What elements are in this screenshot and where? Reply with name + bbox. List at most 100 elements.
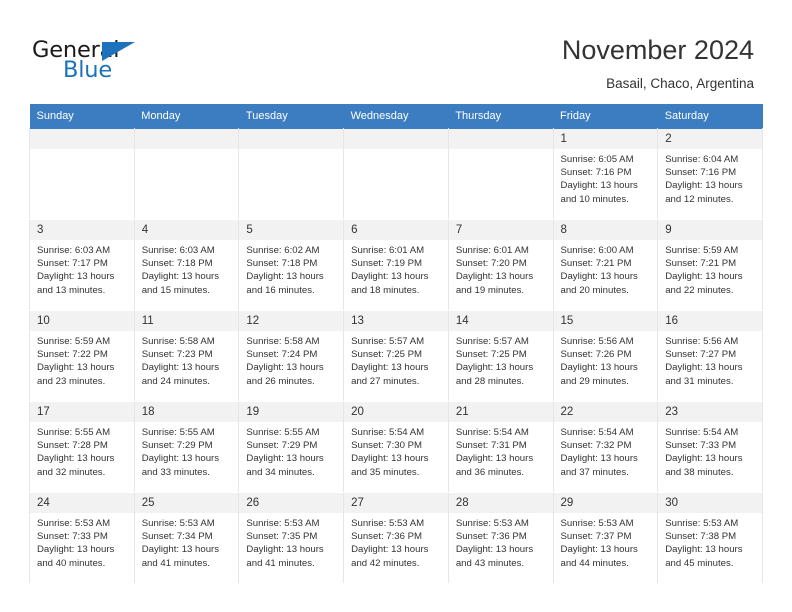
calendar-day-cell[interactable]: 24 Sunrise: 5:53 AM Sunset: 7:33 PM Dayligh…	[29, 492, 135, 584]
weekday-header-sunday: Sunday	[29, 104, 135, 129]
day-sun-info: Sunrise: 5:54 AM Sunset: 7:30 PM Daylight:…	[344, 422, 448, 479]
day-cell-inner: 3 Sunrise: 6:03 AM Sunset: 7:17 PM Daylight…	[30, 220, 134, 310]
day-number	[30, 129, 134, 149]
calendar-day-cell[interactable]: 8 Sunrise: 6:00 AM Sunset: 7:21 PM Daylight…	[552, 219, 659, 311]
calendar-day-cell[interactable]: 9 Sunrise: 5:59 AM Sunset: 7:21 PM Daylight…	[657, 219, 763, 311]
calendar-day-cell[interactable]: 12 Sunrise: 5:58 AM Sunset: 7:24 PM Dayligh…	[238, 310, 345, 402]
sunrise-text: Sunrise: 5:53 AM	[665, 518, 739, 529]
weekday-header-saturday: Saturday	[657, 104, 763, 129]
calendar-day-cell[interactable]: 4 Sunrise: 6:03 AM Sunset: 7:18 PM Daylight…	[133, 219, 240, 311]
calendar-day-cell[interactable]: 28 Sunrise: 5:53 AM Sunset: 7:36 PM Dayligh…	[447, 492, 554, 584]
day-sun-info: Sunrise: 5:53 AM Sunset: 7:35 PM Daylight:…	[239, 513, 343, 570]
calendar-day-cell[interactable]: 27 Sunrise: 5:53 AM Sunset: 7:36 PM Dayligh…	[343, 492, 449, 584]
calendar-day-cell[interactable]: 3 Sunrise: 6:03 AM Sunset: 7:17 PM Daylight…	[29, 219, 135, 311]
daylight-text: Daylight: 13 hours and 13 minutes.	[37, 271, 115, 296]
calendar-page: General Blue November 2024 Basail, Chaco…	[0, 0, 792, 612]
sunrise-text: Sunrise: 6:00 AM	[560, 245, 634, 256]
sunrise-text: Sunrise: 5:54 AM	[455, 427, 529, 438]
sunset-text: Sunset: 7:36 PM	[455, 531, 527, 543]
sunrise-text: Sunrise: 5:53 AM	[141, 518, 215, 529]
day-cell-inner: 27 Sunrise: 5:53 AM Sunset: 7:36 PM Dayligh…	[344, 493, 448, 583]
day-cell-inner: 1 Sunrise: 6:05 AM Sunset: 7:16 PM Daylight…	[553, 129, 658, 219]
day-cell-inner: 12 Sunrise: 5:58 AM Sunset: 7:24 PM Dayligh…	[239, 311, 344, 401]
calendar-day-cell[interactable]: 13 Sunrise: 5:57 AM Sunset: 7:25 PM Dayligh…	[343, 310, 449, 402]
calendar-day-cell[interactable]: 20 Sunrise: 5:54 AM Sunset: 7:30 PM Dayligh…	[343, 401, 449, 493]
page-title: November 2024	[561, 35, 754, 65]
day-cell-inner: 13 Sunrise: 5:57 AM Sunset: 7:25 PM Dayligh…	[344, 311, 448, 401]
sunset-text: Sunset: 7:32 PM	[560, 440, 632, 452]
sunset-text: Sunset: 7:21 PM	[665, 258, 737, 270]
day-number: 28	[448, 493, 553, 513]
day-number: 10	[30, 311, 134, 331]
calendar-day-cell[interactable]: 11 Sunrise: 5:58 AM Sunset: 7:23 PM Dayligh…	[133, 310, 240, 402]
sunset-text: Sunset: 7:34 PM	[141, 531, 213, 543]
day-cell-inner	[134, 129, 239, 219]
day-cell-inner: 29 Sunrise: 5:53 AM Sunset: 7:37 PM Dayligh…	[553, 493, 658, 583]
day-sun-info: Sunrise: 5:57 AM Sunset: 7:25 PM Daylight:…	[449, 331, 553, 388]
calendar-day-cell[interactable]: 23 Sunrise: 5:54 AM Sunset: 7:33 PM Dayligh…	[657, 401, 763, 493]
calendar-day-cell[interactable]: 19 Sunrise: 5:55 AM Sunset: 7:29 PM Dayligh…	[238, 401, 345, 493]
calendar-day-cell[interactable]: 18 Sunrise: 5:55 AM Sunset: 7:29 PM Dayligh…	[133, 401, 240, 493]
day-sun-info: Sunrise: 5:56 AM Sunset: 7:26 PM Daylight:…	[554, 331, 658, 388]
calendar-day-cell[interactable]: 15 Sunrise: 5:56 AM Sunset: 7:26 PM Dayligh…	[552, 310, 659, 402]
daylight-text: Daylight: 13 hours and 18 minutes.	[351, 271, 429, 296]
day-sun-info: Sunrise: 5:58 AM Sunset: 7:23 PM Daylight:…	[135, 331, 239, 388]
calendar-day-cell[interactable]: 7 Sunrise: 6:01 AM Sunset: 7:20 PM Daylight…	[447, 219, 554, 311]
calendar-day-cell[interactable]: 22 Sunrise: 5:54 AM Sunset: 7:32 PM Dayligh…	[552, 401, 659, 493]
calendar-day-cell[interactable]: 17 Sunrise: 5:55 AM Sunset: 7:28 PM Dayligh…	[29, 401, 135, 493]
calendar-day-cell[interactable]: 1 Sunrise: 6:05 AM Sunset: 7:16 PM Daylight…	[552, 128, 659, 220]
calendar-day-cell[interactable]: 25 Sunrise: 5:53 AM Sunset: 7:34 PM Dayligh…	[133, 492, 240, 584]
weekday-header-monday: Monday	[134, 104, 239, 129]
calendar-day-cell[interactable]: 6 Sunrise: 6:01 AM Sunset: 7:19 PM Daylight…	[343, 219, 449, 311]
sunset-text: Sunset: 7:20 PM	[455, 258, 527, 270]
day-sun-info: Sunrise: 5:55 AM Sunset: 7:29 PM Daylight:…	[239, 422, 343, 479]
day-number: 21	[448, 402, 553, 422]
sunset-text: Sunset: 7:37 PM	[560, 531, 632, 543]
calendar-day-cell[interactable]: 16 Sunrise: 5:56 AM Sunset: 7:27 PM Dayligh…	[657, 310, 763, 402]
day-number: 20	[344, 402, 448, 422]
calendar-day-cell[interactable]: 29 Sunrise: 5:53 AM Sunset: 7:37 PM Dayligh…	[552, 492, 659, 584]
sunrise-text: Sunrise: 6:02 AM	[246, 245, 320, 256]
calendar-day-cell[interactable]: 2 Sunrise: 6:04 AM Sunset: 7:16 PM Daylight…	[657, 128, 763, 220]
daylight-text: Daylight: 13 hours and 45 minutes.	[665, 544, 743, 569]
day-cell-inner: 21 Sunrise: 5:54 AM Sunset: 7:31 PM Dayligh…	[448, 402, 553, 492]
sunset-text: Sunset: 7:22 PM	[37, 349, 108, 361]
day-number: 8	[553, 220, 658, 240]
sunset-text: Sunset: 7:36 PM	[351, 531, 423, 543]
sunrise-text: Sunrise: 6:03 AM	[37, 245, 111, 256]
calendar-week-row: 10 Sunrise: 5:59 AM Sunset: 7:22 PM Dayligh…	[29, 310, 763, 402]
day-cell-inner: 25 Sunrise: 5:53 AM Sunset: 7:34 PM Dayligh…	[134, 493, 239, 583]
daylight-text: Daylight: 13 hours and 36 minutes.	[455, 453, 534, 478]
sunset-text: Sunset: 7:35 PM	[246, 531, 318, 543]
sunrise-text: Sunrise: 5:53 AM	[455, 518, 529, 529]
sunset-text: Sunset: 7:25 PM	[455, 349, 527, 361]
calendar-week-row: 1 Sunrise: 6:05 AM Sunset: 7:16 PM Daylight…	[29, 128, 763, 220]
day-cell-inner	[239, 129, 344, 219]
day-number	[344, 129, 448, 149]
day-cell-inner: 14 Sunrise: 5:57 AM Sunset: 7:25 PM Dayligh…	[448, 311, 553, 401]
day-sun-info: Sunrise: 5:53 AM Sunset: 7:34 PM Daylight:…	[135, 513, 239, 570]
sunrise-text: Sunrise: 6:01 AM	[351, 245, 425, 256]
calendar-day-cell[interactable]: 21 Sunrise: 5:54 AM Sunset: 7:31 PM Dayligh…	[447, 401, 554, 493]
sunrise-text: Sunrise: 5:55 AM	[37, 427, 111, 438]
calendar-day-cell[interactable]: 14 Sunrise: 5:57 AM Sunset: 7:25 PM Dayligh…	[447, 310, 554, 402]
calendar-day-cell[interactable]: 10 Sunrise: 5:59 AM Sunset: 7:22 PM Dayligh…	[29, 310, 135, 402]
daylight-text: Daylight: 13 hours and 37 minutes.	[560, 453, 638, 478]
daylight-text: Daylight: 13 hours and 28 minutes.	[455, 362, 534, 387]
calendar-day-cell[interactable]: 26 Sunrise: 5:53 AM Sunset: 7:35 PM Dayligh…	[238, 492, 345, 584]
day-number: 12	[239, 311, 344, 331]
day-sun-info: Sunrise: 5:53 AM Sunset: 7:36 PM Daylight:…	[449, 513, 553, 570]
calendar-cell-empty	[133, 128, 240, 220]
title-block: November 2024 Basail, Chaco, Argentina	[562, 33, 754, 92]
calendar-day-cell[interactable]: 30 Sunrise: 5:53 AM Sunset: 7:38 PM Dayligh…	[657, 492, 763, 584]
day-number: 18	[134, 402, 239, 422]
calendar-day-cell[interactable]: 5 Sunrise: 6:02 AM Sunset: 7:18 PM Daylight…	[238, 219, 345, 311]
day-cell-inner: 9 Sunrise: 5:59 AM Sunset: 7:21 PM Daylight…	[658, 220, 762, 310]
day-cell-inner: 4 Sunrise: 6:03 AM Sunset: 7:18 PM Daylight…	[134, 220, 239, 310]
sunrise-text: Sunrise: 5:54 AM	[351, 427, 425, 438]
sunset-text: Sunset: 7:16 PM	[665, 167, 737, 179]
day-number: 14	[448, 311, 553, 331]
day-cell-inner	[448, 129, 553, 219]
sunrise-text: Sunrise: 5:53 AM	[560, 518, 634, 529]
sunrise-text: Sunrise: 5:59 AM	[665, 245, 739, 256]
